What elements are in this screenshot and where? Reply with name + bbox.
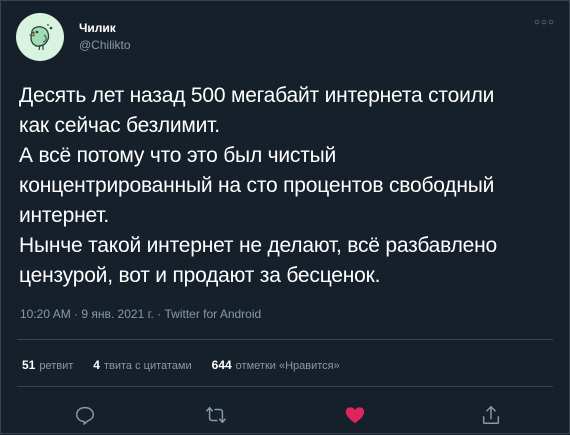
share-icon [482, 406, 500, 424]
quotes-label: твита с цитатами [103, 360, 192, 372]
share-button[interactable] [479, 403, 503, 427]
tweet-text-line: Нынче такой интернет не делают, всё разб… [19, 234, 498, 257]
retweets-label: ретвит [39, 360, 74, 372]
user-info: Чилик @Chilikto [79, 21, 131, 53]
user-handle[interactable]: @Chilikto [79, 38, 131, 53]
tweet-stats: 51 ретвит 4 твита с цитатами 644 отметки «Н… [22, 358, 340, 372]
reply-button[interactable] [73, 403, 97, 427]
divider [17, 339, 553, 340]
quotes-stat[interactable]: 4 твита с цитатами [93, 358, 191, 372]
retweets-stat[interactable]: 51 ретвит [22, 358, 73, 372]
likes-stat[interactable]: 644 отметки «Нравится» [212, 358, 340, 372]
quotes-count: 4 [93, 358, 100, 372]
heart-icon [345, 407, 365, 424]
tweet-text-line: А всё потому что это был чистый [19, 144, 337, 167]
likes-label: отметки «Нравится» [235, 360, 340, 372]
tweet-text-line: концентрированный на сто процентов свобо… [19, 174, 495, 197]
likes-count: 644 [211, 358, 232, 372]
divider [17, 386, 553, 387]
avatar[interactable] [16, 13, 64, 61]
tweet-meta[interactable]: 10:20 AM · 9 янв. 2021 г. · Twitter for … [20, 307, 261, 321]
tweet-text-line: цензурой, вот и продают за бесценок. [19, 264, 381, 287]
tweet-card: Чилик @Chilikto ○○○ Десять лет назад 500… [0, 0, 570, 434]
tweet-actions [1, 395, 570, 435]
more-icon[interactable]: ○○○ [534, 17, 555, 28]
display-name[interactable]: Чилик [79, 21, 131, 36]
retweet-icon [206, 406, 226, 424]
tweet-header: Чилик @Chilikto [16, 13, 131, 61]
tweet-text-line: интернет. [19, 204, 109, 227]
tweet-text-line: Десять лет назад 500 мегабайт интернета … [19, 84, 495, 107]
retweets-count: 51 [22, 358, 36, 372]
like-button[interactable] [343, 403, 367, 427]
tweet-text-line: как сейчас безлимит. [19, 114, 220, 137]
reply-icon [76, 406, 94, 425]
bird-avatar-icon [29, 24, 53, 51]
tweet-text: Десять лет назад 500 мегабайт интернета … [19, 81, 559, 291]
retweet-button[interactable] [204, 403, 228, 427]
